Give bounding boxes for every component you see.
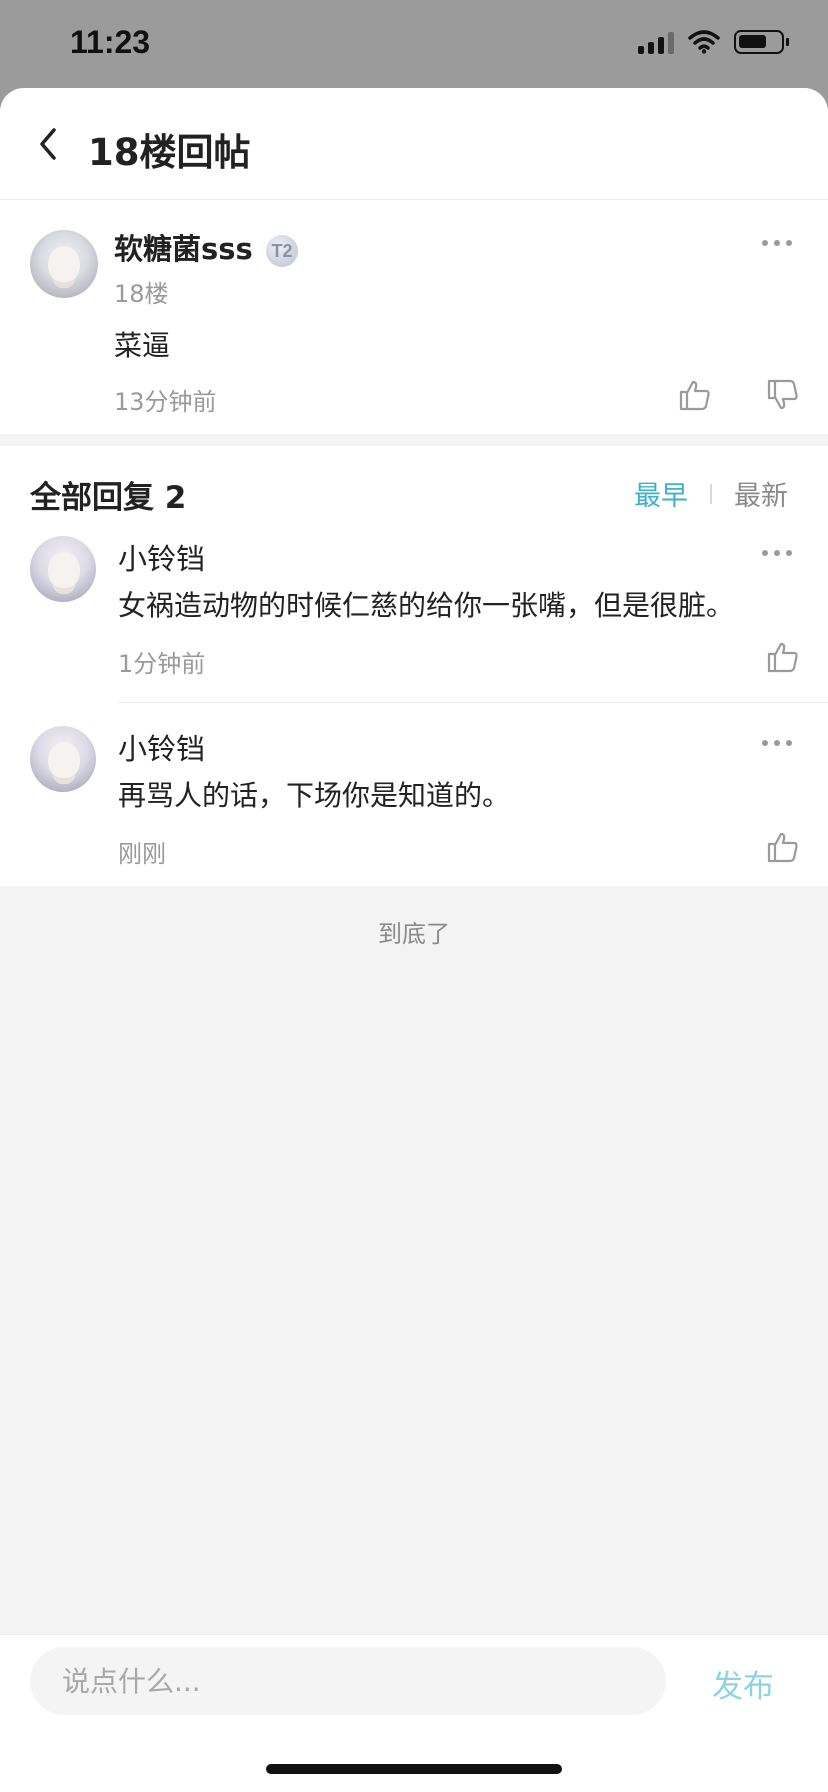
battery-icon	[734, 30, 789, 54]
main-post: 软糖菌sss T2 18楼 菜逼 13分钟前	[0, 200, 828, 434]
sort-divider	[710, 483, 712, 504]
floor-label: 18楼	[114, 280, 169, 308]
author-name[interactable]: 软糖菌sss	[114, 226, 253, 268]
sort-latest[interactable]: 最新	[734, 474, 788, 513]
replies-title: 全部回复 2	[30, 480, 187, 516]
level-badge-icon: T2	[266, 235, 298, 267]
more-icon[interactable]	[762, 240, 792, 248]
comment-composer: 发布	[0, 1634, 828, 1792]
header: 18楼回帖	[0, 88, 828, 200]
publish-button[interactable]: 发布	[712, 1661, 774, 1706]
thumbs-up-icon[interactable]	[766, 830, 800, 864]
reply-author[interactable]: 小铃铛	[118, 726, 205, 768]
reply-time: 刚刚	[118, 840, 166, 868]
more-icon[interactable]	[762, 740, 792, 748]
thumbs-up-icon[interactable]	[766, 640, 800, 674]
sort-toggle: 最早 最新	[634, 474, 788, 513]
back-icon[interactable]	[30, 124, 70, 164]
reply-item: 小铃铛 再骂人的话，下场你是知道的。 刚刚	[0, 726, 828, 886]
reply-divider	[118, 702, 828, 703]
reply-sheet: 18楼回帖 软糖菌sss T2 18楼 菜逼 13分钟前 全部回复 2 最早 最…	[0, 88, 828, 1792]
reply-content: 女祸造动物的时候仁慈的给你一张嘴，但是很脏。	[118, 589, 735, 622]
reply-content: 再骂人的话，下场你是知道的。	[118, 779, 511, 812]
status-bar: 11:23	[0, 0, 828, 88]
post-content: 菜逼	[114, 329, 171, 362]
more-icon[interactable]	[762, 550, 792, 558]
status-icons	[638, 30, 789, 54]
thumbs-up-icon[interactable]	[678, 378, 712, 412]
reply-time: 1分钟前	[118, 650, 206, 678]
avatar[interactable]	[30, 536, 96, 602]
end-of-list-text: 到底了	[378, 920, 450, 948]
cellular-signal-icon	[638, 30, 674, 54]
reply-author[interactable]: 小铃铛	[118, 536, 205, 578]
avatar[interactable]	[30, 230, 98, 298]
page-title: 18楼回帖	[88, 131, 251, 174]
comment-input[interactable]	[30, 1647, 666, 1715]
reply-item: 小铃铛 女祸造动物的时候仁慈的给你一张嘴，但是很脏。 1分钟前	[0, 536, 828, 706]
post-time: 13分钟前	[114, 388, 217, 416]
status-time: 11:23	[70, 24, 151, 60]
avatar[interactable]	[30, 726, 96, 792]
home-indicator	[266, 1764, 562, 1774]
thumbs-down-icon[interactable]	[766, 378, 800, 412]
sort-earliest[interactable]: 最早	[634, 474, 688, 513]
wifi-icon	[688, 30, 720, 54]
replies-section: 全部回复 2 最早 最新 小铃铛 女祸造动物的时候仁慈的给你一张嘴，但是很脏。 …	[0, 446, 828, 886]
